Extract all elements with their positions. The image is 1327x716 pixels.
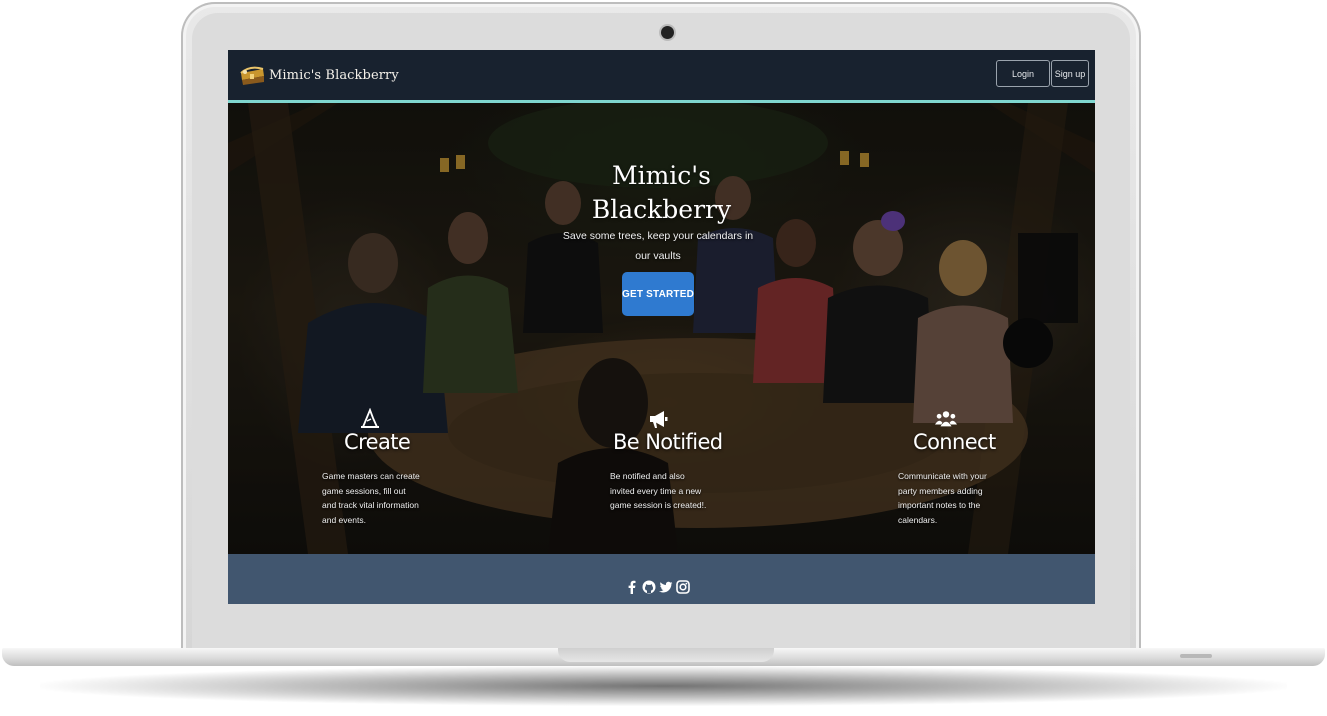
laptop-notch	[558, 648, 774, 662]
laptop-foot	[1180, 654, 1212, 658]
twitter-icon[interactable]	[659, 580, 673, 594]
navbar: Mimic's Blackberry Login Sign up	[228, 50, 1095, 103]
laptop-shadow	[40, 666, 1287, 706]
hero-section: Mimic's Blackberry Save some trees, keep…	[228, 103, 1095, 554]
instagram-icon[interactable]	[676, 580, 690, 594]
signup-button[interactable]: Sign up	[1051, 60, 1089, 87]
feature-description: Game masters can create game sessions, f…	[322, 471, 420, 526]
hero-title-line1: Mimic's	[612, 161, 711, 190]
get-started-button[interactable]: GET STARTED	[622, 272, 694, 316]
footer	[228, 554, 1095, 604]
website-screen: Mimic's Blackberry Login Sign up Mimic's…	[228, 50, 1095, 604]
github-icon[interactable]	[642, 580, 656, 594]
feature-title: Create	[344, 430, 411, 454]
hero-subtitle: Save some trees, keep your calendars in …	[562, 230, 754, 262]
hero-title-line2: Blackberry	[591, 195, 732, 224]
treasure-chest-logo-icon	[240, 66, 264, 85]
megaphone-icon	[650, 411, 668, 428]
feature-description: Be notified and also invited every time …	[610, 471, 707, 511]
camera-icon	[661, 26, 674, 39]
brand-name: Mimic's Blackberry	[269, 67, 399, 83]
login-button[interactable]: Login	[996, 60, 1050, 87]
feature-description: Communicate with your party members addi…	[898, 471, 987, 526]
feature-title: Connect	[913, 430, 996, 454]
wizard-hat-icon	[361, 408, 379, 428]
feature-title: Be Notified	[613, 430, 723, 454]
facebook-icon[interactable]	[625, 580, 639, 594]
brand-link[interactable]: Mimic's Blackberry	[238, 60, 399, 90]
hero-title: Mimic's Blackberry	[548, 159, 775, 227]
users-icon	[935, 411, 957, 427]
